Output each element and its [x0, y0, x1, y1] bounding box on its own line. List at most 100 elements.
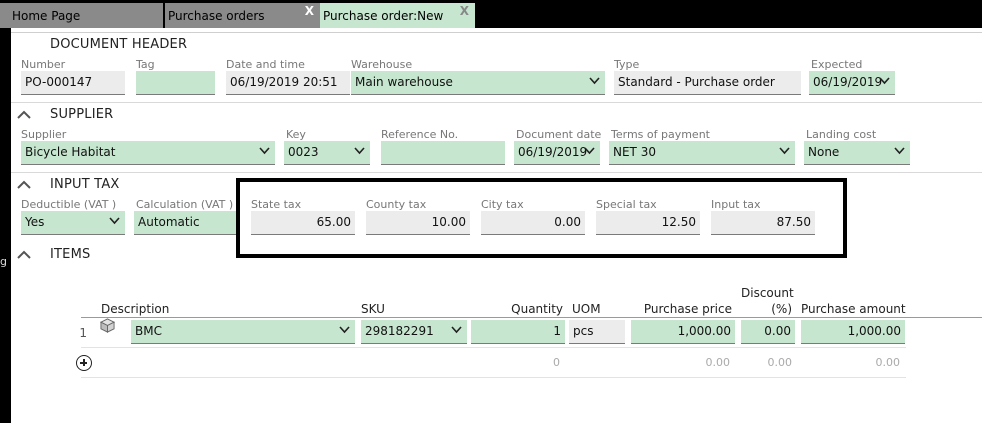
landing-cost-value: None: [808, 145, 840, 159]
row-divider: [81, 347, 906, 348]
sidebar-glyph: g: [0, 255, 7, 268]
chevron-up-icon[interactable]: [17, 110, 31, 120]
column-header-purchase-amount[interactable]: Purchase amount: [801, 302, 906, 316]
tab-purchase-order-new[interactable]: Purchase order:New X: [320, 3, 475, 28]
date-time-value: 06/19/2019 20:51: [230, 75, 338, 89]
supplier-label: Supplier: [21, 128, 67, 141]
chevron-down-icon: [894, 147, 905, 155]
calculation-value: Automatic: [138, 215, 200, 229]
item-description-value: BMC: [135, 324, 162, 338]
county-tax-value: 10.00: [431, 215, 466, 229]
county-tax-field[interactable]: 10.00: [366, 211, 470, 235]
terms-value: NET 30: [613, 145, 656, 159]
new-row-quantity: 0: [553, 356, 560, 369]
key-value: 0023: [288, 145, 319, 159]
chevron-down-icon: [354, 147, 365, 155]
item-price-field[interactable]: 1,000.00: [631, 320, 735, 344]
tab-bar: Home Page Purchase orders X Purchase ord…: [0, 0, 982, 28]
input-tax-label: Input tax: [711, 198, 761, 211]
key-select[interactable]: 0023: [284, 141, 370, 165]
new-row-discount: 0.00: [767, 356, 793, 369]
column-header-description[interactable]: Description: [101, 302, 169, 316]
reference-field[interactable]: [381, 141, 505, 165]
row-divider: [81, 377, 906, 378]
calculation-select[interactable]: Automatic: [134, 211, 238, 235]
date-time-label: Date and time: [226, 58, 305, 71]
product-box-icon: [100, 318, 115, 333]
tab-label: Home Page: [12, 9, 81, 23]
left-sidebar: g: [0, 28, 11, 423]
top-divider: [11, 32, 982, 33]
item-uom-field[interactable]: pcs: [569, 320, 625, 344]
close-icon[interactable]: X: [460, 4, 469, 18]
expected-date-picker[interactable]: 06/19/2019: [809, 71, 895, 95]
number-label: Number: [21, 58, 66, 71]
chevron-up-icon[interactable]: [17, 250, 31, 260]
supplier-value: Bicycle Habitat: [25, 145, 116, 159]
section-title-supplier: SUPPLIER: [50, 107, 114, 122]
terms-label: Terms of payment: [611, 128, 710, 141]
type-label: Type: [614, 58, 640, 71]
supplier-select[interactable]: Bicycle Habitat: [21, 141, 275, 165]
state-tax-label: State tax: [251, 198, 302, 211]
landing-cost-select[interactable]: None: [804, 141, 910, 165]
chevron-down-icon: [259, 147, 270, 155]
tab-label: Purchase order:New: [323, 9, 444, 23]
terms-select[interactable]: NET 30: [609, 141, 795, 165]
column-header-purchase-price[interactable]: Purchase price: [631, 302, 732, 316]
item-quantity-field[interactable]: 1: [471, 320, 565, 344]
chevron-down-icon: [589, 77, 600, 85]
section-title-document-header: DOCUMENT HEADER: [50, 37, 188, 52]
chevron-down-icon: [339, 326, 350, 334]
key-label: Key: [286, 128, 306, 141]
calculation-label: Calculation (VAT ): [136, 198, 234, 211]
tab-purchase-orders[interactable]: Purchase orders X: [165, 3, 320, 28]
item-discount-field[interactable]: 0.00: [741, 320, 795, 344]
section-title-input-tax: INPUT TAX: [50, 177, 120, 192]
item-sku-select[interactable]: 298182291: [361, 320, 467, 344]
document-form: DOCUMENT HEADER Number PO-000147 Tag Dat…: [11, 28, 982, 423]
item-uom-value: pcs: [573, 324, 594, 338]
chevron-down-icon: [879, 77, 890, 85]
warehouse-select[interactable]: Main warehouse: [351, 71, 605, 95]
new-row-amount: 0.00: [875, 356, 901, 369]
state-tax-field[interactable]: 65.00: [251, 211, 355, 235]
column-header-discount-unit: (%): [771, 302, 792, 316]
column-header-sku[interactable]: SKU: [361, 302, 385, 316]
warehouse-label: Warehouse: [351, 58, 413, 71]
type-field[interactable]: Standard - Purchase order: [614, 71, 801, 95]
document-date-label: Document date: [516, 128, 602, 141]
close-icon[interactable]: X: [305, 4, 314, 18]
expected-value: 06/19/2019: [813, 75, 883, 89]
item-sku-value: 298182291: [365, 324, 434, 338]
section-divider: [11, 172, 982, 173]
chevron-up-icon[interactable]: [17, 180, 31, 190]
deductible-select[interactable]: Yes: [21, 211, 125, 235]
tag-field[interactable]: [136, 71, 215, 95]
row-number: 1: [79, 326, 87, 340]
deductible-value: Yes: [25, 215, 45, 229]
type-value: Standard - Purchase order: [618, 75, 775, 89]
number-field[interactable]: PO-000147: [21, 71, 125, 95]
item-amount-field[interactable]: 1,000.00: [801, 320, 905, 344]
new-row-price: 0.00: [705, 356, 731, 369]
column-header-uom[interactable]: UOM: [572, 302, 601, 316]
date-time-field[interactable]: 06/19/2019 20:51: [226, 71, 350, 95]
column-header-quantity[interactable]: Quantity: [471, 302, 563, 316]
state-tax-value: 65.00: [316, 215, 351, 229]
column-header-discount[interactable]: Discount: [741, 286, 794, 300]
table-header-divider: [81, 317, 982, 318]
tab-home-page[interactable]: Home Page: [0, 3, 163, 28]
special-tax-field[interactable]: 12.50: [596, 211, 700, 235]
item-price-value: 1,000.00: [677, 324, 731, 338]
document-date-picker[interactable]: 06/19/2019: [514, 141, 600, 165]
item-description-select[interactable]: BMC: [131, 320, 355, 344]
expected-label: Expected: [811, 58, 863, 71]
chevron-down-icon: [451, 326, 462, 334]
input-tax-total-field[interactable]: 87.50: [711, 211, 815, 235]
add-row-icon[interactable]: [76, 355, 92, 371]
deductible-label: Deductible (VAT ): [21, 198, 117, 211]
city-tax-field[interactable]: 0.00: [481, 211, 585, 235]
input-tax-value: 87.50: [776, 215, 811, 229]
county-tax-label: County tax: [366, 198, 427, 211]
